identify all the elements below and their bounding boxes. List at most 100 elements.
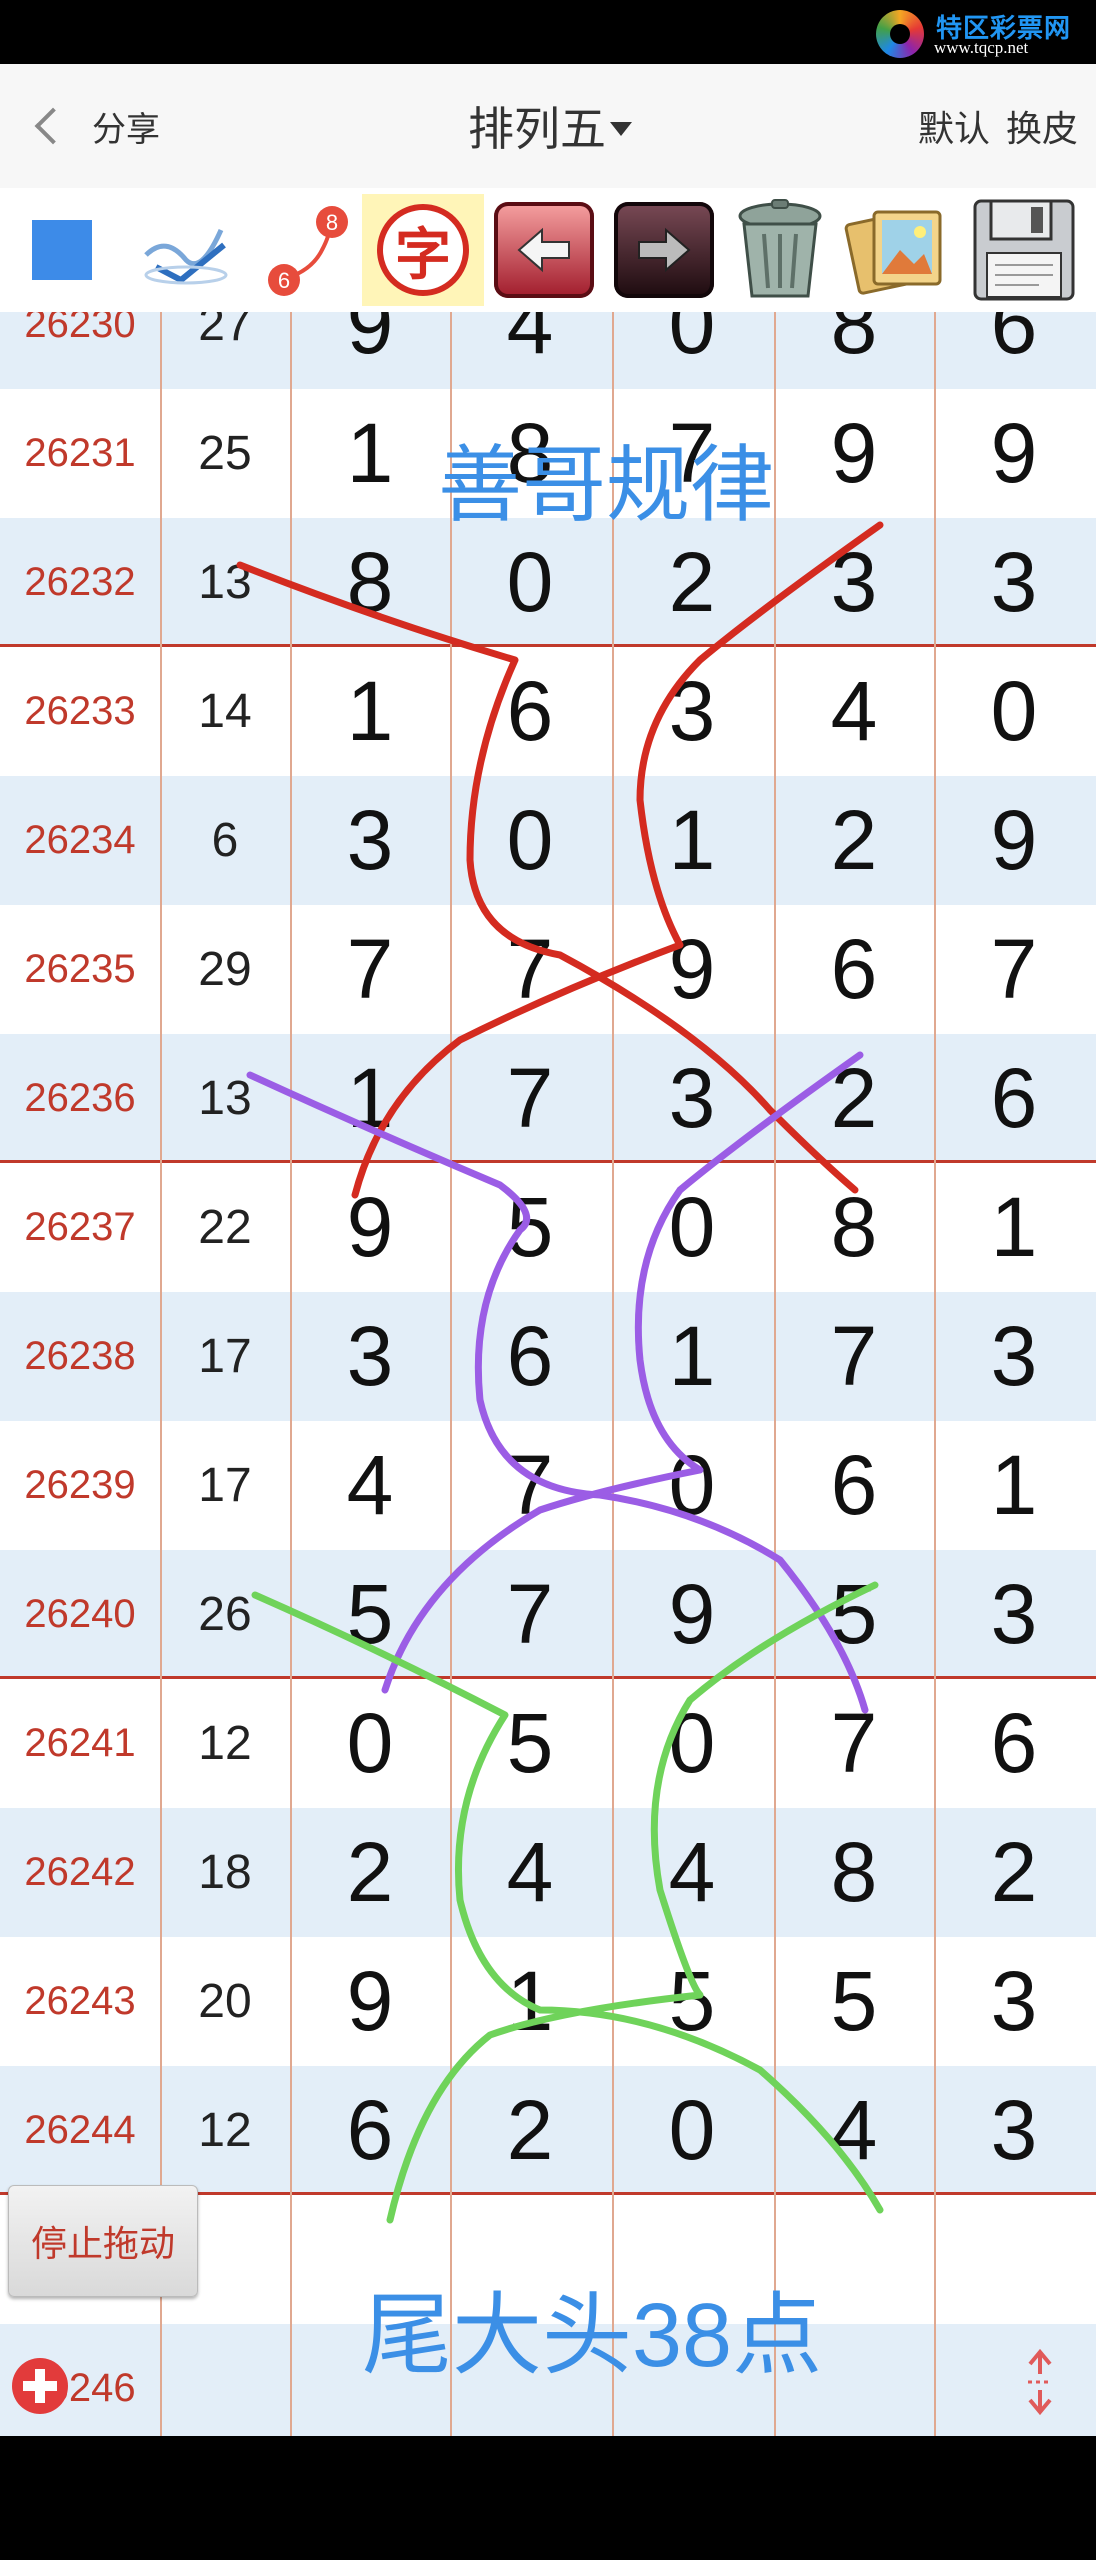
digit-cell[interactable]: 6 [934, 1034, 1094, 1163]
digit-cell[interactable]: 0 [450, 776, 610, 905]
digit-cell[interactable] [290, 2195, 450, 2324]
digit-cell[interactable]: 6 [450, 1292, 610, 1421]
digit-cell[interactable]: 7 [612, 389, 772, 518]
table-row[interactable]: 26240 26 5 7 9 5 3 [0, 1550, 1096, 1679]
digit-cell[interactable]: 0 [450, 518, 610, 647]
digit-cell[interactable]: 6 [934, 1679, 1094, 1808]
table-row[interactable]: 26231 25 1 8 7 9 9 [0, 389, 1096, 518]
digit-cell[interactable]: 9 [612, 1550, 772, 1679]
digit-cell[interactable]: 7 [450, 905, 610, 1034]
digit-cell[interactable]: 8 [774, 312, 934, 389]
digit-cell[interactable]: 7 [450, 1421, 610, 1550]
digit-cell[interactable]: 2 [934, 1808, 1094, 1937]
digit-cell[interactable]: 2 [290, 1808, 450, 1937]
digit-cell[interactable]: 5 [450, 1679, 610, 1808]
digit-cell[interactable]: 5 [774, 1937, 934, 2066]
change-skin-button[interactable]: 换皮 [1006, 100, 1078, 152]
digit-cell[interactable]: 1 [290, 647, 450, 776]
digit-cell[interactable] [774, 2195, 934, 2324]
digit-cell[interactable] [612, 2195, 772, 2324]
digit-cell[interactable]: 5 [774, 1550, 934, 1679]
add-plus-icon[interactable] [12, 2358, 68, 2414]
digit-cell[interactable]: 4 [450, 312, 610, 389]
digit-cell[interactable]: 9 [774, 389, 934, 518]
digit-cell[interactable]: 5 [290, 1550, 450, 1679]
table-row[interactable]: 26237 22 9 5 0 8 1 [0, 1163, 1096, 1292]
digit-cell[interactable]: 3 [934, 518, 1094, 647]
digit-cell[interactable]: 4 [290, 1421, 450, 1550]
digit-cell[interactable]: 0 [612, 1421, 772, 1550]
table-row[interactable]: 26242 18 2 4 4 8 2 [0, 1808, 1096, 1937]
trash-tool[interactable] [724, 194, 836, 306]
digit-cell[interactable]: 7 [290, 905, 450, 1034]
digit-cell[interactable]: 8 [774, 1808, 934, 1937]
digit-cell[interactable] [450, 2195, 610, 2324]
digit-cell[interactable]: 7 [450, 1034, 610, 1163]
redo-tool[interactable] [608, 194, 720, 306]
lottery-type-dropdown[interactable]: 排列五 [420, 94, 680, 158]
digit-cell[interactable]: 3 [612, 647, 772, 776]
table-row[interactable]: 26234 6 3 0 1 2 9 [0, 776, 1096, 905]
digit-cell[interactable]: 5 [612, 1937, 772, 2066]
digit-cell[interactable]: 6 [290, 2066, 450, 2195]
table-row[interactable]: 26241 12 0 5 0 7 6 [0, 1679, 1096, 1808]
digit-cell[interactable]: 2 [774, 1034, 934, 1163]
digit-cell[interactable]: 1 [290, 389, 450, 518]
result-grid[interactable]: 26230 27 9 4 0 8 6 26231 25 1 8 7 9 9 26232 13 8 0 2 3 3 2623… [0, 312, 1096, 2436]
digit-cell[interactable]: 2 [450, 2066, 610, 2195]
table-row[interactable]: 26239 17 4 7 0 6 1 [0, 1421, 1096, 1550]
table-row[interactable]: 26233 14 1 6 3 4 0 [0, 647, 1096, 776]
digit-cell[interactable]: 9 [934, 776, 1094, 905]
digit-cell[interactable]: 0 [290, 1679, 450, 1808]
digit-cell[interactable]: 1 [934, 1421, 1094, 1550]
digit-cell[interactable]: 5 [450, 1163, 610, 1292]
digit-cell[interactable]: 8 [774, 1163, 934, 1292]
digit-cell[interactable]: 1 [612, 776, 772, 905]
digit-cell[interactable]: 3 [774, 518, 934, 647]
digit-cell[interactable]: 0 [934, 647, 1094, 776]
table-row[interactable]: 26236 13 1 7 3 2 6 [0, 1034, 1096, 1163]
digit-cell[interactable]: 9 [290, 1937, 450, 2066]
digit-cell[interactable] [450, 2324, 610, 2436]
resize-arrows-icon[interactable] [1010, 2346, 1070, 2418]
digit-cell[interactable]: 9 [612, 905, 772, 1034]
digit-cell[interactable]: 2 [612, 518, 772, 647]
default-button[interactable]: 默认 [918, 100, 990, 152]
digit-cell[interactable]: 6 [774, 905, 934, 1034]
table-row[interactable]: 26246 [0, 2324, 1096, 2436]
digit-cell[interactable]: 0 [612, 312, 772, 389]
digit-cell[interactable]: 4 [774, 2066, 934, 2195]
stop-drag-button[interactable]: 停止拖动 [8, 2185, 198, 2297]
digit-cell[interactable]: 1 [450, 1937, 610, 2066]
digit-cell[interactable]: 8 [450, 389, 610, 518]
digit-cell[interactable]: 1 [290, 1034, 450, 1163]
char-tool[interactable]: 字 [362, 194, 484, 306]
table-row[interactable]: 26243 20 9 1 5 5 3 [0, 1937, 1096, 2066]
digit-cell[interactable]: 6 [774, 1421, 934, 1550]
digit-cell[interactable]: 3 [612, 1034, 772, 1163]
save-tool[interactable] [966, 194, 1082, 306]
table-row[interactable]: 26232 13 8 0 2 3 3 [0, 518, 1096, 647]
share-back-button[interactable]: 分享 [28, 98, 160, 154]
digit-cell[interactable]: 4 [612, 1808, 772, 1937]
gallery-tool[interactable] [840, 194, 952, 306]
table-row[interactable]: 26238 17 3 6 1 7 3 [0, 1292, 1096, 1421]
digit-cell[interactable]: 0 [612, 2066, 772, 2195]
digit-cell[interactable]: 7 [774, 1679, 934, 1808]
table-row[interactable]: 26230 27 9 4 0 8 6 [0, 312, 1096, 389]
digit-cell[interactable]: 7 [774, 1292, 934, 1421]
digit-cell[interactable]: 3 [290, 776, 450, 905]
digit-cell[interactable]: 9 [290, 1163, 450, 1292]
digit-cell[interactable] [934, 2195, 1094, 2324]
digit-cell[interactable]: 4 [774, 647, 934, 776]
digit-cell[interactable] [774, 2324, 934, 2436]
digit-cell[interactable] [612, 2324, 772, 2436]
digit-cell[interactable]: 2 [774, 776, 934, 905]
six-eight-tool[interactable]: 8 6 [246, 194, 358, 306]
digit-cell[interactable]: 8 [290, 518, 450, 647]
digit-cell[interactable]: 1 [612, 1292, 772, 1421]
digit-cell[interactable]: 3 [934, 1937, 1094, 2066]
digit-cell[interactable]: 7 [934, 905, 1094, 1034]
pen-check-tool[interactable] [130, 194, 242, 306]
undo-tool[interactable] [488, 194, 600, 306]
